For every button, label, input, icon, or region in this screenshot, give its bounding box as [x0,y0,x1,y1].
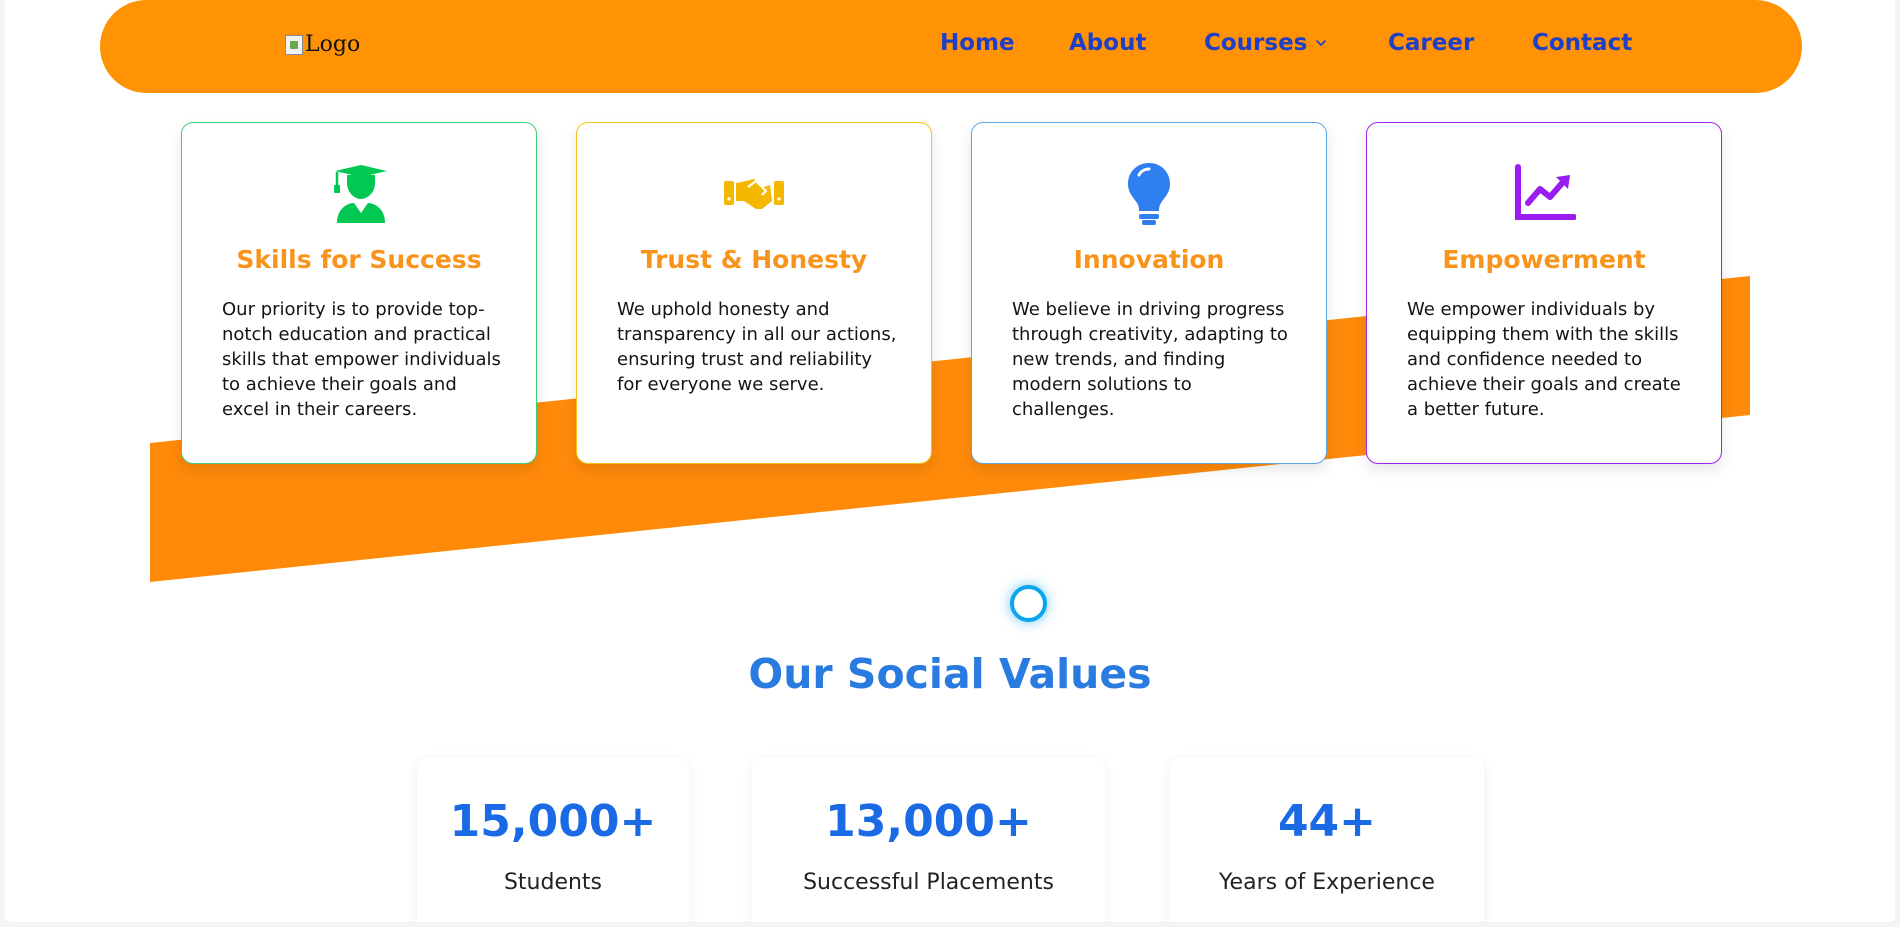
value-description: We uphold honesty and transparency in al… [617,299,897,395]
stat-card-placements: 13,000+ Successful Placements [752,758,1105,922]
lightbulb-icon [1128,163,1170,225]
value-card-innovation: Innovation We believe in driving progres… [971,122,1327,464]
nav-link-contact[interactable]: Contact [1532,30,1632,56]
value-description: We believe in driving progress through c… [1012,299,1288,420]
value-description: We empower individuals by equipping them… [1407,299,1681,420]
stat-card-students: 15,000+ Students [417,758,689,922]
value-title: Skills for Success [236,245,482,274]
stat-label: Successful Placements [803,870,1054,895]
value-title: Trust & Honesty [640,245,868,274]
stat-label: Students [503,870,603,895]
nav-links: Home About Courses Career Contact [100,30,1802,60]
nav-link-about[interactable]: About [1069,30,1146,56]
value-description: Our priority is to provide top-notch edu… [222,299,501,420]
page: Logo Home About Courses Career Contact S… [5,0,1895,922]
value-card-empowerment: Empowerment We empower individuals by eq… [1366,122,1722,464]
handshake-icon [724,179,784,209]
nav-link-career[interactable]: Career [1388,30,1474,56]
graduate-icon [334,165,387,223]
stat-label: Years of Experience [1219,870,1435,895]
nav-link-home[interactable]: Home [940,30,1015,56]
chevron-down-icon [1316,40,1327,47]
stat-card-experience: 44+ Years of Experience [1170,758,1484,922]
value-card-skills: Skills for Success Our priority is to pr… [181,122,537,464]
value-title: Empowerment [1442,245,1646,274]
growth-chart-icon [1515,164,1576,220]
section-title: Our Social Values [748,650,1152,698]
ring-decoration [1010,585,1047,622]
nav-link-courses[interactable]: Courses [1204,30,1327,56]
stat-value: 15,000+ [449,796,657,847]
stat-value: 44+ [1277,796,1377,847]
value-card-trust: Trust & Honesty We uphold honesty and tr… [576,122,932,464]
top-navbar: Logo Home About Courses Career Contact [100,0,1802,93]
stat-value: 13,000+ [825,796,1032,847]
value-title: Innovation [1073,245,1225,274]
nav-link-courses-label: Courses [1204,30,1308,56]
